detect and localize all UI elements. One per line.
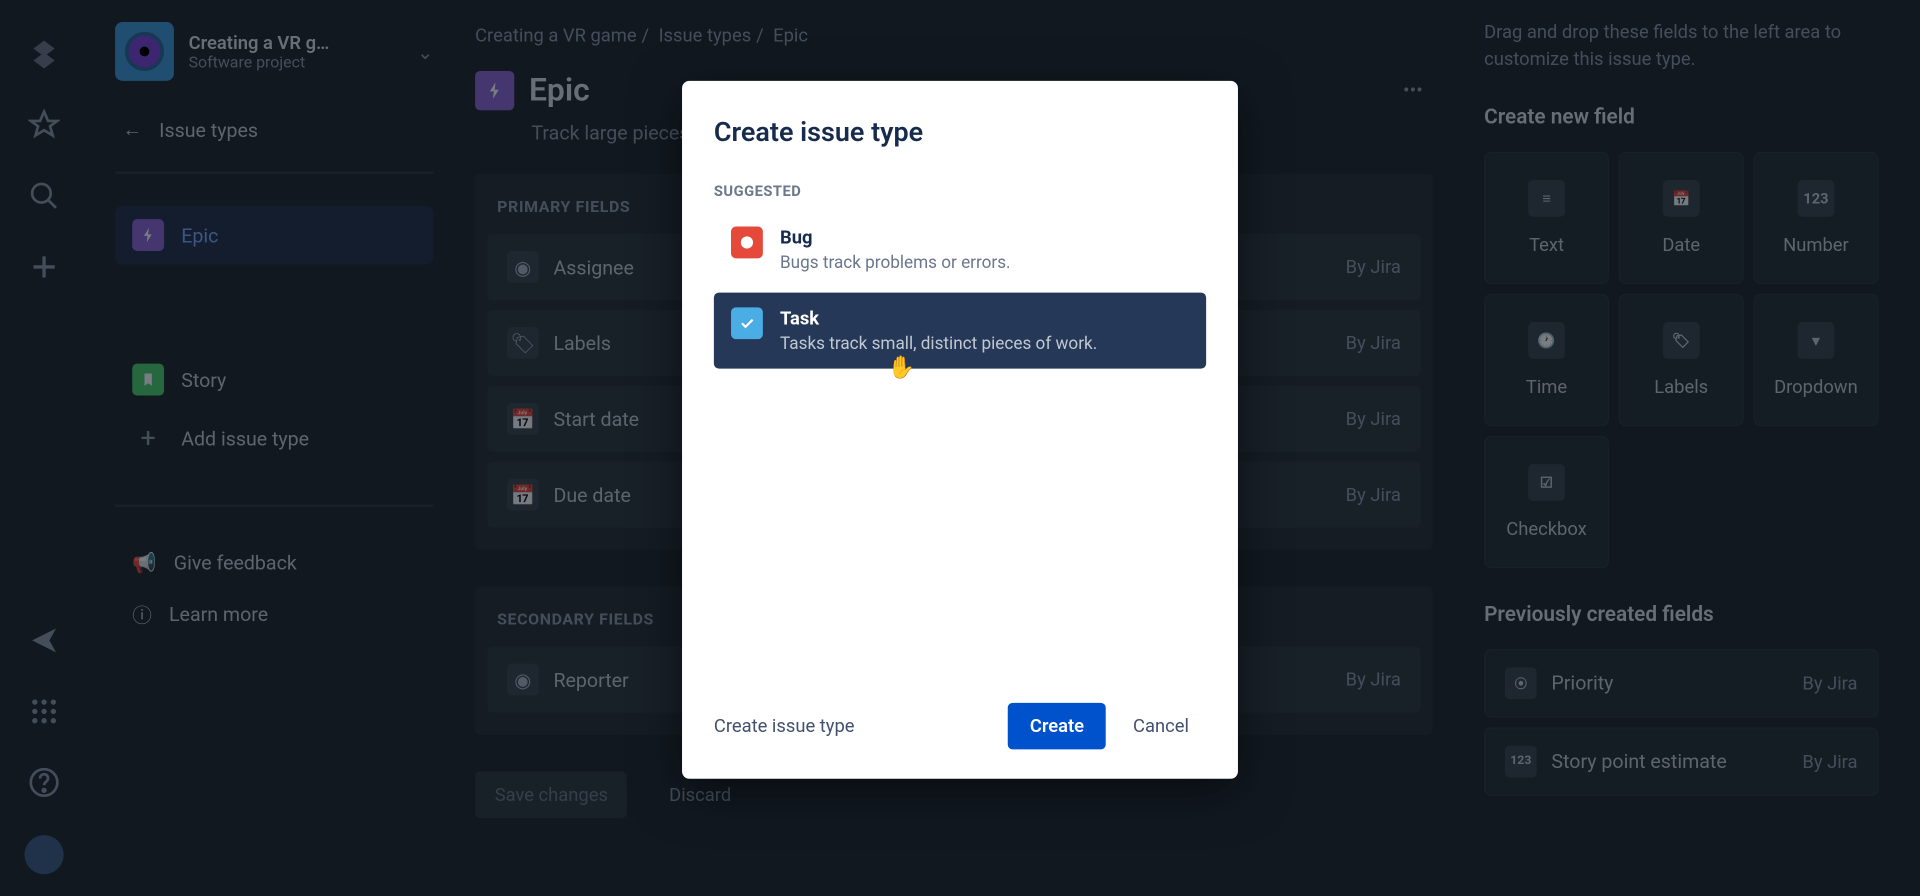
- modal-title: Create issue type: [714, 118, 1206, 149]
- create-issue-type-modal: Create issue type SUGGESTED Bug Bugs tra…: [682, 81, 1238, 779]
- suggested-label: SUGGESTED: [714, 182, 1206, 199]
- option-description: Bugs track problems or errors.: [780, 253, 1011, 273]
- cancel-button[interactable]: Cancel: [1116, 703, 1206, 750]
- option-description: Tasks track small, distinct pieces of wo…: [780, 334, 1097, 354]
- option-title: Bug: [780, 227, 1011, 249]
- issue-type-option-bug[interactable]: Bug Bugs track problems or errors.: [714, 212, 1206, 288]
- bug-icon: [731, 227, 763, 259]
- task-icon: [731, 307, 763, 339]
- create-custom-issue-type-link[interactable]: Create issue type: [714, 715, 855, 737]
- create-button[interactable]: Create: [1008, 703, 1106, 750]
- issue-type-option-task[interactable]: Task Tasks track small, distinct pieces …: [714, 293, 1206, 369]
- option-title: Task: [780, 307, 1097, 329]
